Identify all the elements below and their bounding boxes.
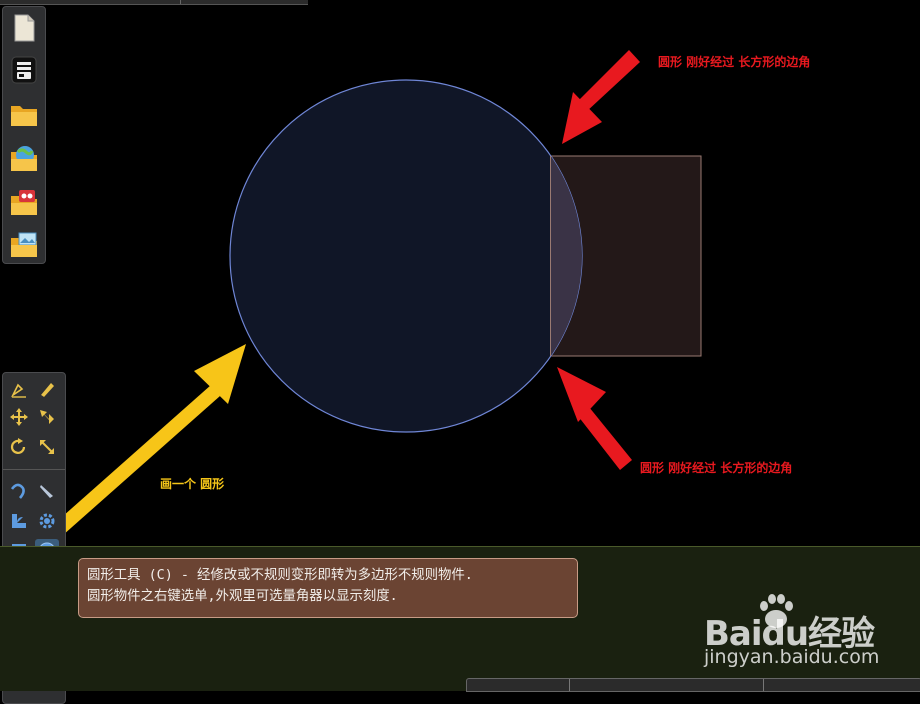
pencil-icon[interactable] (35, 377, 59, 401)
knife-icon[interactable] (35, 479, 59, 503)
shape-icon[interactable] (7, 509, 31, 533)
resize-icon[interactable] (35, 435, 59, 459)
status-separator (569, 679, 570, 691)
circle-object[interactable] (229, 79, 583, 433)
open-folder-icon[interactable] (9, 99, 39, 129)
folder-media-icon[interactable] (9, 187, 39, 217)
toggle-panel-icon[interactable] (9, 55, 39, 85)
folder-web-icon[interactable] (9, 143, 39, 173)
red-arrow-bottom (557, 367, 632, 470)
annotation-top-right: 圆形 刚好经过 长方形的边角 (658, 55, 811, 69)
move-icon[interactable] (7, 405, 31, 429)
watermark: Baidu经验 jingyan.baidu.com (704, 590, 904, 670)
rotate-icon[interactable] (7, 435, 31, 459)
tooltip-line-1: 圆形工具 (C) - 经修改或不规则变形即转为多边形不规则物件. (87, 568, 473, 583)
red-arrow-top (562, 50, 640, 144)
annotation-bottom-right: 圆形 刚好经过 长方形的边角 (640, 461, 793, 475)
folder-pictures-icon[interactable] (9, 229, 39, 259)
file-toolbar (2, 6, 46, 264)
status-separator (763, 679, 764, 691)
watermark-url: jingyan.baidu.com (704, 646, 880, 668)
select-arrow-icon[interactable] (35, 405, 59, 429)
curve-icon[interactable] (7, 479, 31, 503)
new-page-icon[interactable] (9, 13, 39, 43)
gear-icon[interactable] (35, 509, 59, 533)
circle-tool-tooltip: 圆形工具 (C) - 经修改或不规则变形即转为多边形不规则物件. 圆形物件之右键… (78, 558, 578, 618)
pen-icon[interactable] (7, 377, 31, 401)
tooltip-line-2: 圆形物件之右键选单,外观里可选量角器以显示刻度. (87, 589, 398, 604)
annotation-left: 画一个 圆形 (160, 477, 225, 491)
yellow-arrow (45, 344, 246, 543)
toolbar-divider (3, 469, 65, 470)
